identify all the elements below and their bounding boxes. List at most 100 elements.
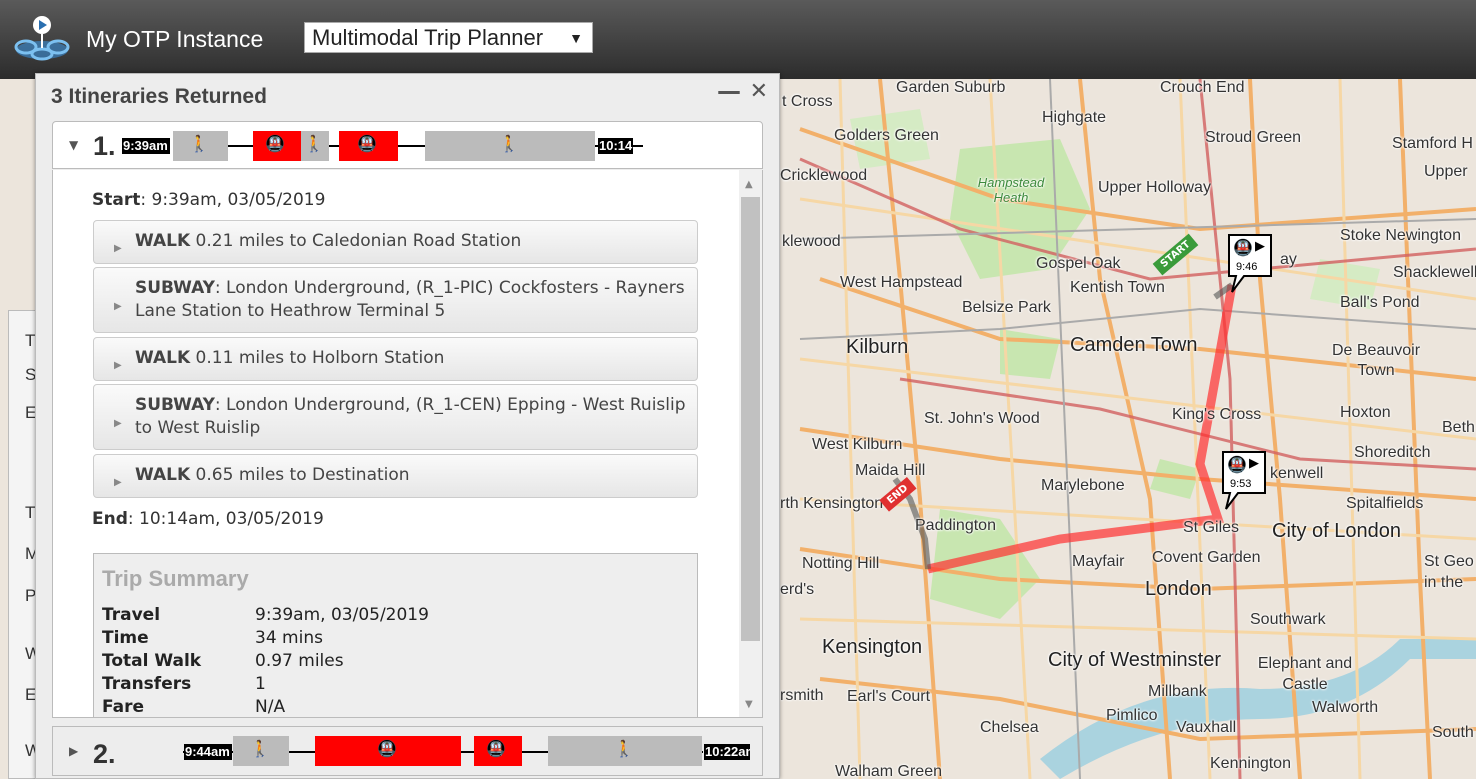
app-title: My OTP Instance	[86, 26, 264, 52]
transit-stop-marker[interactable]: 🚇 ▶ 9:53	[1220, 449, 1268, 513]
subway-segment: 🚇	[315, 736, 461, 766]
map-label: De Beauvoir Town	[1331, 342, 1421, 379]
expand-triangle-icon: ▶	[114, 477, 122, 488]
map-label: erd's	[780, 581, 815, 598]
map-label: West Hampstead	[840, 274, 963, 291]
otp-logo-icon	[14, 16, 70, 61]
walk-icon: 🚶	[304, 134, 324, 153]
leg-item[interactable]: ▶ SUBWAY: London Underground, (R_1-PIC) …	[93, 267, 698, 333]
map-label: Upper Holloway	[1098, 179, 1211, 196]
leg-mode: SUBWAY	[135, 395, 215, 415]
map-label: kenwell	[1270, 465, 1324, 482]
map-label: Stroud Green	[1205, 129, 1302, 146]
detail-scrollbar[interactable]: ▲ ▼	[739, 170, 762, 717]
itinerary-number: 1.	[93, 131, 116, 161]
map-label: Maida Hill	[855, 462, 926, 479]
mode-select[interactable]: Multimodal Trip Planner ▼	[304, 22, 593, 53]
end-label: End	[92, 509, 128, 529]
scrollbar-thumb[interactable]	[741, 197, 760, 641]
scroll-down-icon[interactable]: ▼	[745, 699, 753, 710]
map-label: Pimlico	[1106, 707, 1158, 724]
walk-segment: 🚶	[173, 131, 228, 161]
train-icon: 🚇	[377, 739, 397, 758]
itinerary-detail-1: Start: 9:39am, 03/05/2019 ▶ WALK 0.21 mi…	[52, 170, 763, 718]
map-label: Hampstead Heath	[977, 175, 1045, 205]
collapse-triangle-icon: ▼	[69, 138, 79, 152]
expand-triangle-icon: ▶	[114, 418, 122, 429]
start-time-value: 9:39am, 03/05/2019	[151, 190, 326, 210]
train-icon: 🚇	[265, 134, 285, 153]
play-icon: ▶	[1249, 456, 1259, 471]
summary-value: 34 mins	[255, 628, 323, 648]
map-label: rth Kensington	[780, 495, 884, 512]
map-label: Mayfair	[1072, 553, 1125, 570]
start-time: Start: 9:39am, 03/05/2019	[92, 190, 326, 210]
leg-item[interactable]: ▶ SUBWAY: London Underground, (R_1-CEN) …	[93, 384, 698, 450]
map-label: Cricklewood	[780, 167, 868, 184]
map-label: Shacklewell	[1393, 264, 1476, 281]
transit-stop-marker[interactable]: 🚇 ▶ 9:46	[1226, 232, 1274, 296]
summary-key: Fare	[102, 697, 145, 717]
leg-item[interactable]: ▶ WALK 0.65 miles to Destination	[93, 454, 698, 498]
walk-segment: 🚶	[233, 736, 289, 766]
map-label: Spitalfields	[1346, 495, 1424, 512]
train-icon: 🚇	[357, 134, 377, 153]
leg-mode: WALK	[135, 231, 191, 251]
map-label: Upper	[1424, 163, 1468, 180]
leg-desc: 0.21 miles to Caledonian Road Station	[190, 231, 522, 251]
expand-triangle-icon: ▶	[114, 360, 122, 371]
expand-triangle-icon: ▶	[114, 243, 122, 254]
walk-icon: 🚶	[250, 739, 270, 758]
train-icon: 🚇	[486, 739, 506, 758]
map-label: London	[1145, 578, 1212, 600]
walk-segment: 🚶	[548, 736, 702, 766]
map-label: Paddington	[915, 517, 996, 534]
map-label: Garden Suburb	[896, 79, 1006, 96]
bg-letter: T	[25, 503, 36, 522]
map-label: Ball's Pond	[1340, 294, 1420, 311]
map-label: Covent Garden	[1152, 549, 1261, 566]
expand-triangle-icon: ▶	[114, 301, 122, 312]
map-label: Kensington	[822, 636, 923, 658]
itinerary-header-2[interactable]: ▶ 2. 🚶 🚇 🚇 🚶 9:44am 10:22am	[52, 726, 763, 776]
map-label: Gospel Oak	[1036, 255, 1121, 272]
itinerary-header-1[interactable]: ▼ 1. 🚶 🚇 🚶 🚇 🚶 9:39am 10:14	[52, 121, 763, 169]
close-button[interactable]: ✕	[750, 79, 768, 104]
leg-desc: 0.11 miles to Holborn Station	[190, 348, 445, 368]
summary-key: Time	[102, 628, 149, 648]
scroll-up-icon[interactable]: ▲	[745, 179, 753, 190]
map-label: t Cross	[782, 93, 833, 110]
map-label: Belsize Park	[962, 299, 1051, 316]
leg-item[interactable]: ▶ WALK 0.11 miles to Holborn Station	[93, 337, 698, 381]
map-label: Vauxhall	[1176, 719, 1237, 736]
map-label: South	[1432, 724, 1474, 741]
leg-desc: : London Underground, (R_1-CEN) Epping -…	[135, 395, 686, 438]
map-label: Kentish Town	[1070, 279, 1165, 296]
map-label: Notting Hill	[802, 555, 880, 572]
map-label: Millbank	[1148, 683, 1207, 700]
subway-segment: 🚇	[339, 131, 398, 161]
map-label: Golders Green	[834, 127, 939, 144]
map-label: Earl's Court	[847, 688, 931, 705]
bg-letter: T	[25, 331, 36, 350]
map-label: Chelsea	[980, 719, 1039, 736]
map-label: Walworth	[1312, 699, 1379, 716]
end-time-label: 10:14	[598, 138, 634, 154]
leg-desc: : London Underground, (R_1-PIC) Cockfost…	[135, 278, 685, 321]
itineraries-panel: 3 Itineraries Returned — ✕ ▼ 1. 🚶 🚇 🚶 🚇 …	[35, 73, 780, 779]
end-time: End: 10:14am, 03/05/2019	[92, 509, 324, 529]
minimize-button[interactable]: —	[717, 77, 741, 105]
leg-item[interactable]: ▶ WALK 0.21 miles to Caledonian Road Sta…	[93, 220, 698, 264]
leg-mode: WALK	[135, 348, 191, 368]
summary-key: Total Walk	[102, 651, 202, 671]
walk-icon: 🚶	[499, 134, 519, 153]
chevron-down-icon: ▼	[569, 30, 583, 46]
map-label: Kilburn	[846, 336, 909, 358]
itinerary-number: 2.	[93, 739, 116, 769]
leg-desc: 0.65 miles to Destination	[190, 465, 410, 485]
map-label: Kennington	[1210, 755, 1291, 772]
end-time-value: 10:14am, 03/05/2019	[139, 509, 324, 529]
map-label: Hoxton	[1340, 404, 1391, 421]
map-label: Elephant and Castle	[1257, 655, 1353, 693]
walk-segment: 🚶	[425, 131, 595, 161]
